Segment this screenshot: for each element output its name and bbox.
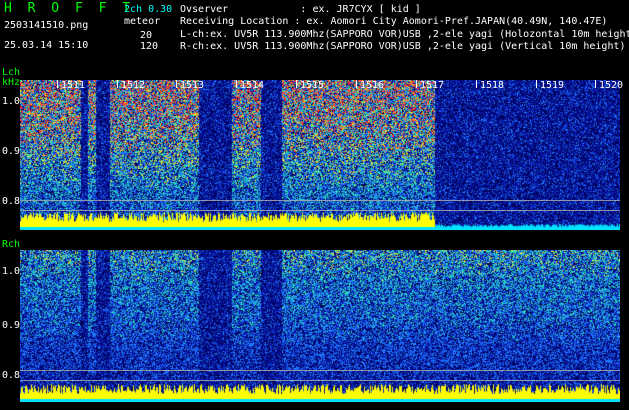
time-tick-label: 1511 (61, 80, 86, 91)
lch-info-line: L-ch:ex. UV5R 113.900Mhz(SAPPORO VOR)USB… (180, 29, 629, 40)
time-tick-label: 1517 (420, 80, 445, 91)
observer-line: Ovserver : ex. JR7CYX [ kid ] (180, 4, 421, 15)
rch-ytick-3: 0.8 (2, 370, 21, 381)
app-title: H R O F F T (4, 1, 135, 16)
time-tick-mark (356, 80, 357, 88)
rch-ytick-2: 0.9 (2, 320, 21, 331)
time-tick-mark (236, 80, 237, 88)
rch-label: Rch (2, 239, 21, 250)
time-tick-mark (416, 80, 417, 88)
time-tick-label: 1513 (180, 80, 205, 91)
time-tick-label: 1514 (240, 80, 265, 91)
rch-gridline (20, 370, 620, 371)
file-name: 2503141510.png (4, 20, 89, 31)
time-tick-mark (595, 80, 596, 88)
lch-gridline (20, 200, 620, 201)
lch-ytick-2: 0.9 (2, 146, 21, 157)
time-tick-mark (176, 80, 177, 88)
meteor-count-r: 120 (140, 41, 159, 52)
time-tick-mark (296, 80, 297, 88)
time-tick-mark (476, 80, 477, 88)
rch-gridline (20, 380, 620, 381)
time-tick-mark (536, 80, 537, 88)
rch-ytick-1: 1.0 (2, 266, 21, 277)
time-tick-label: 1519 (540, 80, 565, 91)
lch-ytick-3: 0.8 (2, 196, 21, 207)
time-tick-label: 1518 (480, 80, 505, 91)
time-tick-label: 1512 (121, 80, 146, 91)
time-tick-label: 1520 (599, 80, 624, 91)
meteor-label: meteor (124, 16, 161, 27)
date-time: 25.03.14 15:10 (4, 40, 89, 51)
lch-gridline (20, 210, 620, 211)
time-tick-label: 1516 (360, 80, 385, 91)
mode-label: 2ch 0.30 (124, 4, 173, 15)
location-line: Receiving Location : ex. Aomori City Aom… (180, 16, 608, 27)
rch-info-line: R-ch:ex. UV5R 113.900Mhz(SAPPORO VOR)USB… (180, 41, 626, 52)
lch-unit: kHz (2, 77, 21, 88)
time-tick-mark (57, 80, 58, 88)
time-tick-label: 1515 (300, 80, 325, 91)
lch-ytick-1: 1.0 (2, 96, 21, 107)
lch-spectrogram (20, 80, 620, 230)
meteor-count-l: 20 (140, 30, 153, 41)
time-tick-mark (117, 80, 118, 88)
